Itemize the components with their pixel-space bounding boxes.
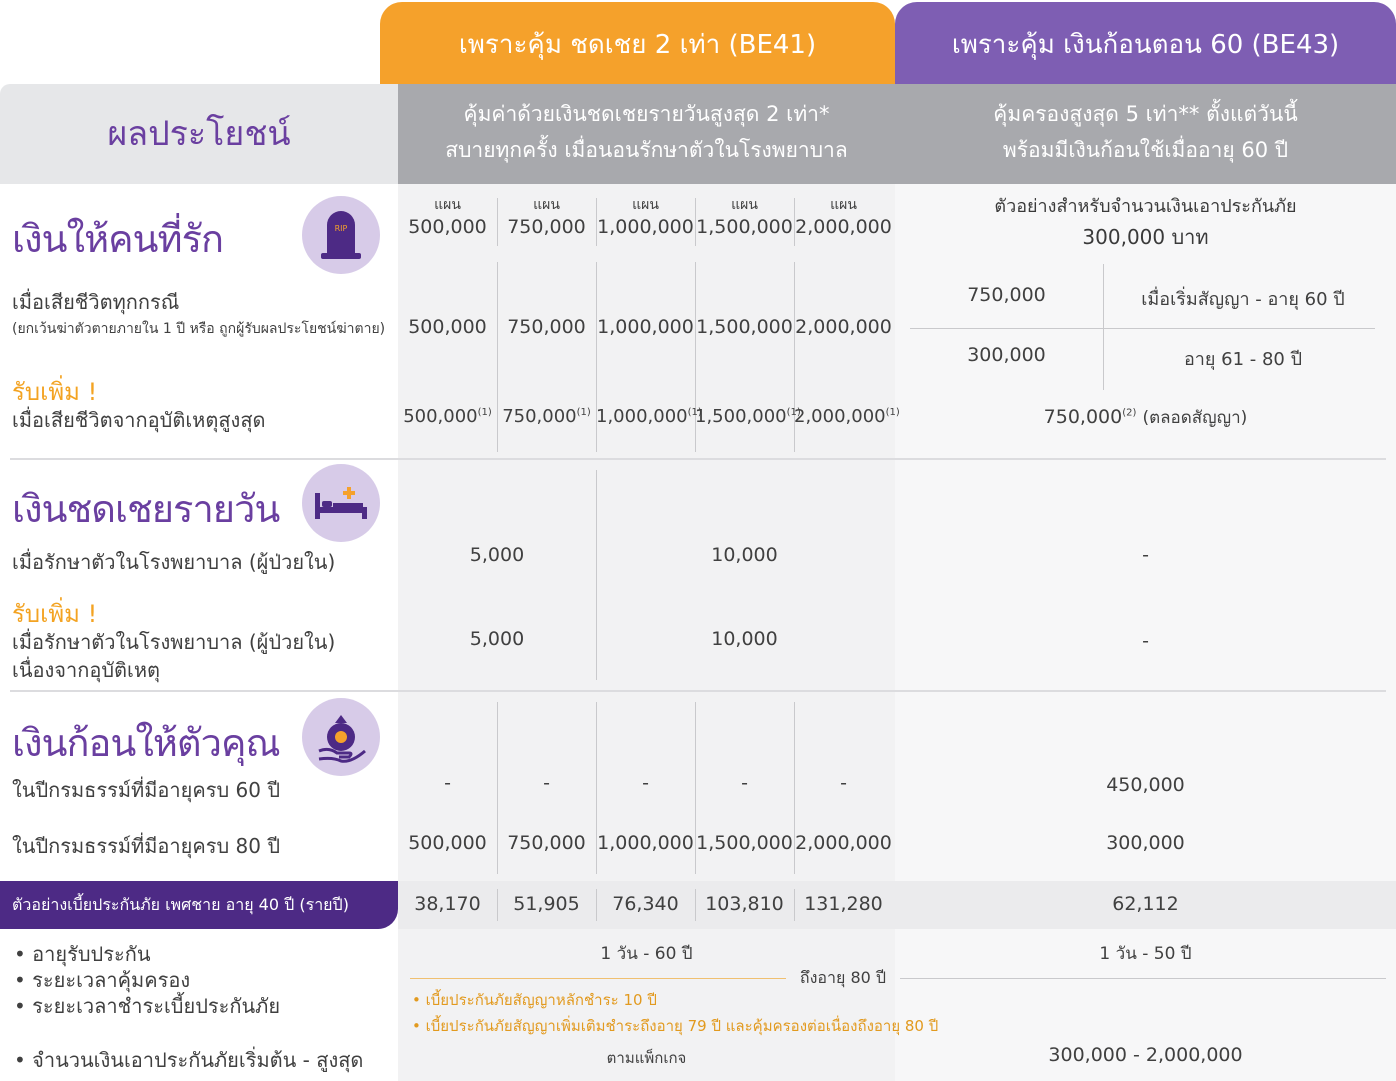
be43-age80-value: 300,000 — [1106, 832, 1185, 854]
plan-header-1: แผน 500,000 — [398, 194, 497, 238]
premium-value-1: 38,170 — [414, 893, 481, 915]
plan-amount: 2,000,000 — [795, 216, 892, 238]
hospital-bed-icon — [302, 464, 380, 542]
be43-subtitle: คุ้มครองสูงสุด 5 เท่า** ตั้งแต่วันนี้ พร… — [895, 96, 1396, 168]
be43-death-amount-1: 750,000 — [967, 284, 1046, 306]
age80-label: ในปีกรมธรรม์ที่มีอายุครบ 80 ปี — [12, 834, 281, 858]
money-bag-hand-icon — [302, 698, 380, 776]
plan-amount: 750,000 — [507, 216, 586, 238]
age60-value-4: - — [741, 772, 748, 794]
be41-subtitle-line1: คุ้มค่าด้วยเงินชดเชยรายวันสูงสุด 2 เท่า* — [463, 102, 830, 126]
hospital-value-high: 10,000 — [711, 544, 778, 566]
tombstone-icon: RIP — [302, 196, 380, 274]
death-value-3: 1,000,000 — [597, 316, 694, 338]
age80-value-3: 1,000,000 — [597, 832, 694, 854]
age80-value-4: 1,500,000 — [696, 832, 793, 854]
be43-death-amount-2: 300,000 — [967, 344, 1046, 366]
condition-sum-insured: • จำนวนเงินเอาประกันภัยเริ่มต้น - สูงสุด — [14, 1048, 364, 1072]
svg-text:RIP: RIP — [335, 224, 348, 233]
accident-value-3: 1,000,000(1) — [596, 406, 702, 427]
be41-subtitle: คุ้มค่าด้วยเงินชดเชยรายวันสูงสุด 2 เท่า*… — [398, 96, 895, 168]
premium-value-5: 131,280 — [804, 893, 883, 915]
be43-sum-insured: 300,000 - 2,000,000 — [1048, 1044, 1243, 1066]
age60-value-2: - — [543, 772, 550, 794]
condition-payment: • ระยะเวลาชำระเบี้ยประกันภัย — [14, 994, 281, 1018]
section-love-title: เงินให้คนที่รัก — [12, 217, 224, 261]
accident-value-4: 1,500,000(1) — [695, 406, 801, 427]
payment-note-main: • เบี้ยประกันภัยสัญญาหลักชำระ 10 ปี — [412, 991, 657, 1009]
plan-amount: 500,000 — [408, 216, 487, 238]
divider — [596, 198, 597, 246]
be43-death-period-2: อายุ 61 - 80 ปี — [1183, 349, 1303, 370]
divider — [497, 198, 498, 246]
coverage-period: ถึงอายุ 80 ปี — [799, 968, 887, 987]
plan-label: แผน — [731, 197, 758, 213]
premium-value-3: 76,340 — [612, 893, 679, 915]
be43-example-note: ตัวอย่างสำหรับจำนวนเงินเอาประกันภัย 300,… — [895, 192, 1396, 252]
plan-amount: 1,500,000 — [696, 216, 793, 238]
death-value-4: 1,500,000 — [696, 316, 793, 338]
death-any-cause-label: เมื่อเสียชีวิตทุกกรณี — [12, 290, 180, 314]
section-lump-title: เงินก้อนให้ตัวคุณ — [12, 721, 281, 765]
be43-example-line2: 300,000 บาท — [1082, 225, 1209, 249]
premium-label: ตัวอย่างเบี้ยประกันภัย เพศชาย อายุ 40 ปี… — [0, 881, 398, 929]
hospital-accident-label-2: เนื่องจากอุบัติเหตุ — [12, 658, 161, 682]
plan-header-5: แผน 2,000,000 — [794, 194, 893, 238]
be41-sum-insured: ตามแพ็กเกจ — [606, 1049, 687, 1067]
be43-age60-value: 450,000 — [1106, 774, 1185, 796]
accident-value-2: 750,000(1) — [502, 406, 591, 427]
hospital-value-low: 5,000 — [469, 544, 525, 566]
plan-label: แผน — [434, 197, 461, 213]
be43-subtitle-line2: พร้อมมีเงินก้อนใช้เมื่ออายุ 60 ปี — [1002, 138, 1289, 162]
plan-header-3: แผน 1,000,000 — [596, 194, 695, 238]
be43-hospital-value: - — [1142, 544, 1149, 566]
divider — [695, 198, 696, 246]
plan-label: แผน — [533, 197, 560, 213]
death-value-1: 500,000 — [408, 316, 487, 338]
be41-title: เพราะคุ้ม ชดเชย 2 เท่า (BE41) — [458, 30, 817, 60]
section-divider — [10, 690, 1386, 692]
plan-header-4: แผน 1,500,000 — [695, 194, 794, 238]
divider — [910, 328, 1375, 329]
divider — [410, 978, 786, 979]
premium-value-4: 103,810 — [705, 893, 784, 915]
section-daily-title: เงินชดเชยรายวัน — [12, 487, 280, 531]
plan-label: แผน — [830, 197, 857, 213]
age80-value-2: 750,000 — [507, 832, 586, 854]
age60-value-1: - — [444, 772, 451, 794]
be41-subtitle-line2: สบายทุกครั้ง เมื่อนอนรักษาตัวในโรงพยาบาล — [445, 138, 848, 162]
be43-accident-value: 750,000(2) (ตลอดสัญญา) — [1043, 406, 1248, 428]
be43-subtitle-line1: คุ้มครองสูงสุด 5 เท่า** ตั้งแต่วันนี้ — [993, 102, 1298, 126]
age60-value-3: - — [642, 772, 649, 794]
be43-hospital-accident-value: - — [1142, 630, 1149, 652]
death-exclusion-note: (ยกเว้นฆ่าตัวตายภายใน 1 ปี หรือ ถูกผู้รั… — [12, 321, 386, 337]
divider — [794, 198, 795, 246]
accident-death-label: เมื่อเสียชีวิตจากอุบัติเหตุสูงสุด — [12, 408, 266, 432]
plan-amount: 1,000,000 — [597, 216, 694, 238]
be41-entry-age: 1 วัน - 60 ปี — [600, 944, 693, 964]
be43-death-period-1: เมื่อเริ่มสัญญา - อายุ 60 ปี — [1141, 289, 1345, 310]
age80-value-1: 500,000 — [408, 832, 487, 854]
accident-value-5: 2,000,000(1) — [794, 406, 900, 427]
be43-premium-value: 62,112 — [1112, 893, 1179, 915]
be43-example-line1: ตัวอย่างสำหรับจำนวนเงินเอาประกันภัย — [994, 196, 1297, 217]
hospital-accident-value-high: 10,000 — [711, 628, 778, 650]
plan-label: แผน — [632, 197, 659, 213]
death-value-2: 750,000 — [507, 316, 586, 338]
age80-value-5: 2,000,000 — [795, 832, 892, 854]
divider — [900, 978, 1386, 979]
section-divider — [10, 458, 1386, 460]
be43-entry-age: 1 วัน - 50 ปี — [1099, 944, 1192, 964]
payment-note-rider: • เบี้ยประกันภัยสัญญาเพิ่มเติมชำระถึงอาย… — [412, 1017, 939, 1035]
accident-value-1: 500,000(1) — [403, 406, 492, 427]
be43-title: เพราะคุ้ม เงินก้อนตอน 60 (BE43) — [951, 30, 1340, 60]
death-value-5: 2,000,000 — [795, 316, 892, 338]
benefit-heading: ผลประโยชน์ — [107, 114, 291, 154]
plan-header-2: แผน 750,000 — [497, 194, 596, 238]
premium-value-2: 51,905 — [513, 893, 580, 915]
age60-value-5: - — [840, 772, 847, 794]
age60-label: ในปีกรมธรรม์ที่มีอายุครบ 60 ปี — [12, 778, 281, 802]
hospital-label: เมื่อรักษาตัวในโรงพยาบาล (ผู้ป่วยใน) — [12, 550, 336, 574]
hospital-accident-value-low: 5,000 — [469, 628, 525, 650]
